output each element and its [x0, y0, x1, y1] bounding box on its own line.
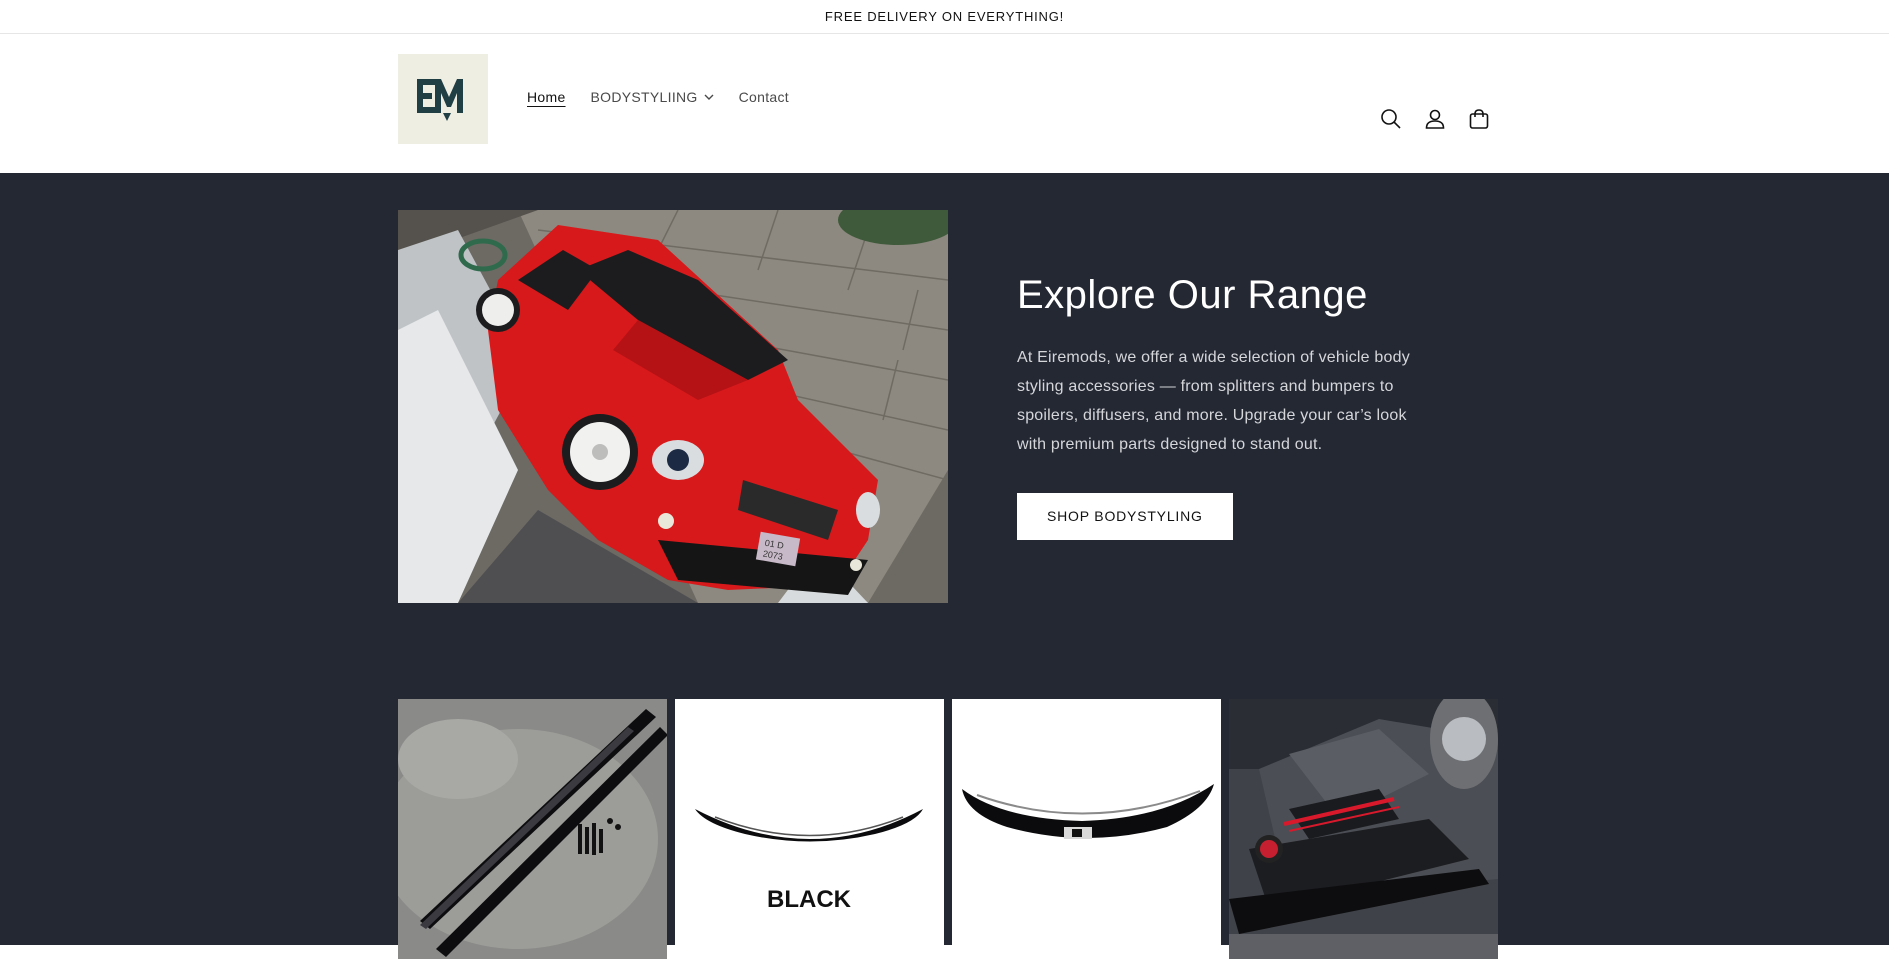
- header-actions: [1379, 107, 1491, 131]
- nav-bodystyling[interactable]: BODYSTYLIING: [591, 89, 714, 105]
- nav-contact-label: Contact: [738, 89, 789, 105]
- product-card[interactable]: [1229, 699, 1498, 959]
- site-header: Home BODYSTYLIING Contact: [0, 34, 1889, 172]
- announcement-bar: FREE DELIVERY ON EVERYTHING!: [0, 0, 1889, 34]
- main-nav: Home BODYSTYLIING Contact: [527, 89, 814, 105]
- nav-bodystyling-label: BODYSTYLIING: [590, 89, 698, 105]
- nav-home[interactable]: Home: [527, 89, 566, 105]
- product-card[interactable]: [398, 699, 667, 959]
- hero-text-block: Explore Our Range At Eiremods, we offer …: [1017, 271, 1417, 540]
- account-icon[interactable]: [1423, 107, 1447, 131]
- hero-title: Explore Our Range: [1017, 273, 1368, 317]
- shop-bodystyling-button[interactable]: SHOP BODYSTYLING: [1017, 493, 1233, 540]
- cart-icon[interactable]: [1467, 107, 1491, 131]
- product-caption: BLACK: [767, 886, 852, 913]
- side-skirts-image: [398, 699, 667, 959]
- product-card[interactable]: BLACK: [675, 699, 944, 959]
- product-grid: BLACK: [398, 699, 1498, 959]
- hero-section: 01 D 2073 Explore Our Range At Eiremods,…: [0, 173, 1889, 959]
- announcement-text: FREE DELIVERY ON EVERYTHING!: [824, 9, 1065, 24]
- nav-home-label: Home: [527, 89, 566, 105]
- car-front-splitter-image: [1229, 699, 1498, 959]
- product-card[interactable]: [952, 699, 1221, 959]
- em-logo-icon: [417, 79, 463, 121]
- search-icon[interactable]: [1379, 107, 1403, 131]
- spoiler-black-image: BLACK: [675, 699, 944, 959]
- chevron-down-icon: [704, 94, 714, 100]
- hero-car-image: 01 D 2073: [398, 210, 948, 603]
- hero-description: At Eiremods, we offer a wide selection o…: [1017, 349, 1410, 453]
- spoiler-gloss-image: [952, 699, 1221, 959]
- site-logo[interactable]: [398, 54, 488, 144]
- nav-contact[interactable]: Contact: [739, 89, 789, 105]
